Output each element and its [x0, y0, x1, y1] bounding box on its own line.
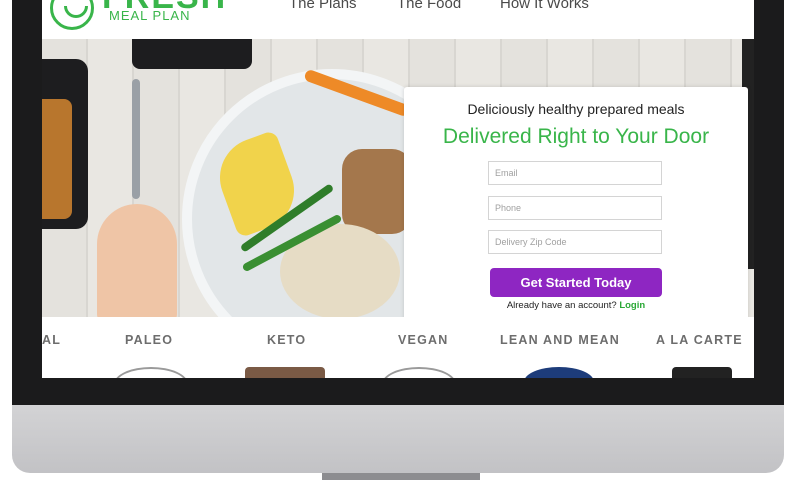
nav-link-how-it-works[interactable]: How It Works	[500, 0, 589, 12]
top-navigation: FRESH MEAL PLAN The Plans The Food How I…	[42, 0, 754, 39]
category-image-vegan	[382, 367, 456, 378]
logo-tagline-text: MEAL PLAN	[109, 8, 191, 23]
nav-link-the-food[interactable]: The Food	[397, 0, 461, 12]
signup-card: Deliciously healthy prepared meals Deliv…	[404, 87, 748, 317]
category-image-a-la-carte	[672, 367, 732, 378]
login-prompt: Already have an account?	[506, 300, 617, 311]
category-a-la-carte[interactable]: A LA CARTE	[656, 333, 743, 347]
hand-holding-fork	[97, 204, 177, 317]
nav-link-the-plans[interactable]: The Plans	[289, 0, 357, 12]
meal-category-bar: AL PALEO KETO VEGAN LEAN AND MEAN A LA C…	[42, 317, 754, 378]
category-partial[interactable]: AL	[42, 333, 61, 347]
category-lean-and-mean[interactable]: LEAN AND MEAN	[500, 333, 620, 347]
email-input[interactable]	[488, 161, 662, 185]
category-image-keto	[245, 367, 325, 378]
signup-tagline: Deliciously healthy prepared meals	[467, 101, 685, 117]
site-logo[interactable]: FRESH MEAL PLAN	[50, 0, 250, 36]
food-tray-top	[132, 39, 252, 69]
login-row: Already have an account? Login	[404, 300, 748, 311]
website-screen: FRESH MEAL PLAN The Plans The Food How I…	[42, 0, 754, 378]
category-keto[interactable]: KETO	[267, 333, 306, 347]
monitor-chin	[12, 405, 784, 473]
fork-icon	[132, 79, 140, 199]
zip-code-input[interactable]	[488, 230, 662, 254]
login-link[interactable]: Login	[619, 300, 645, 311]
category-paleo[interactable]: PALEO	[125, 333, 173, 347]
category-vegan[interactable]: VEGAN	[398, 333, 448, 347]
category-image-paleo	[114, 367, 188, 378]
category-image-lean-and-mean	[524, 367, 594, 378]
smile-logo-icon	[50, 0, 94, 30]
tray-food	[42, 99, 72, 219]
hero-food-image: Deliciously healthy prepared meals Deliv…	[42, 39, 754, 317]
signup-headline: Delivered Right to Your Door	[442, 125, 710, 148]
monitor-stand	[322, 473, 480, 480]
get-started-button[interactable]: Get Started Today	[490, 268, 662, 297]
phone-input[interactable]	[488, 196, 662, 220]
grilled-chicken	[342, 149, 412, 234]
